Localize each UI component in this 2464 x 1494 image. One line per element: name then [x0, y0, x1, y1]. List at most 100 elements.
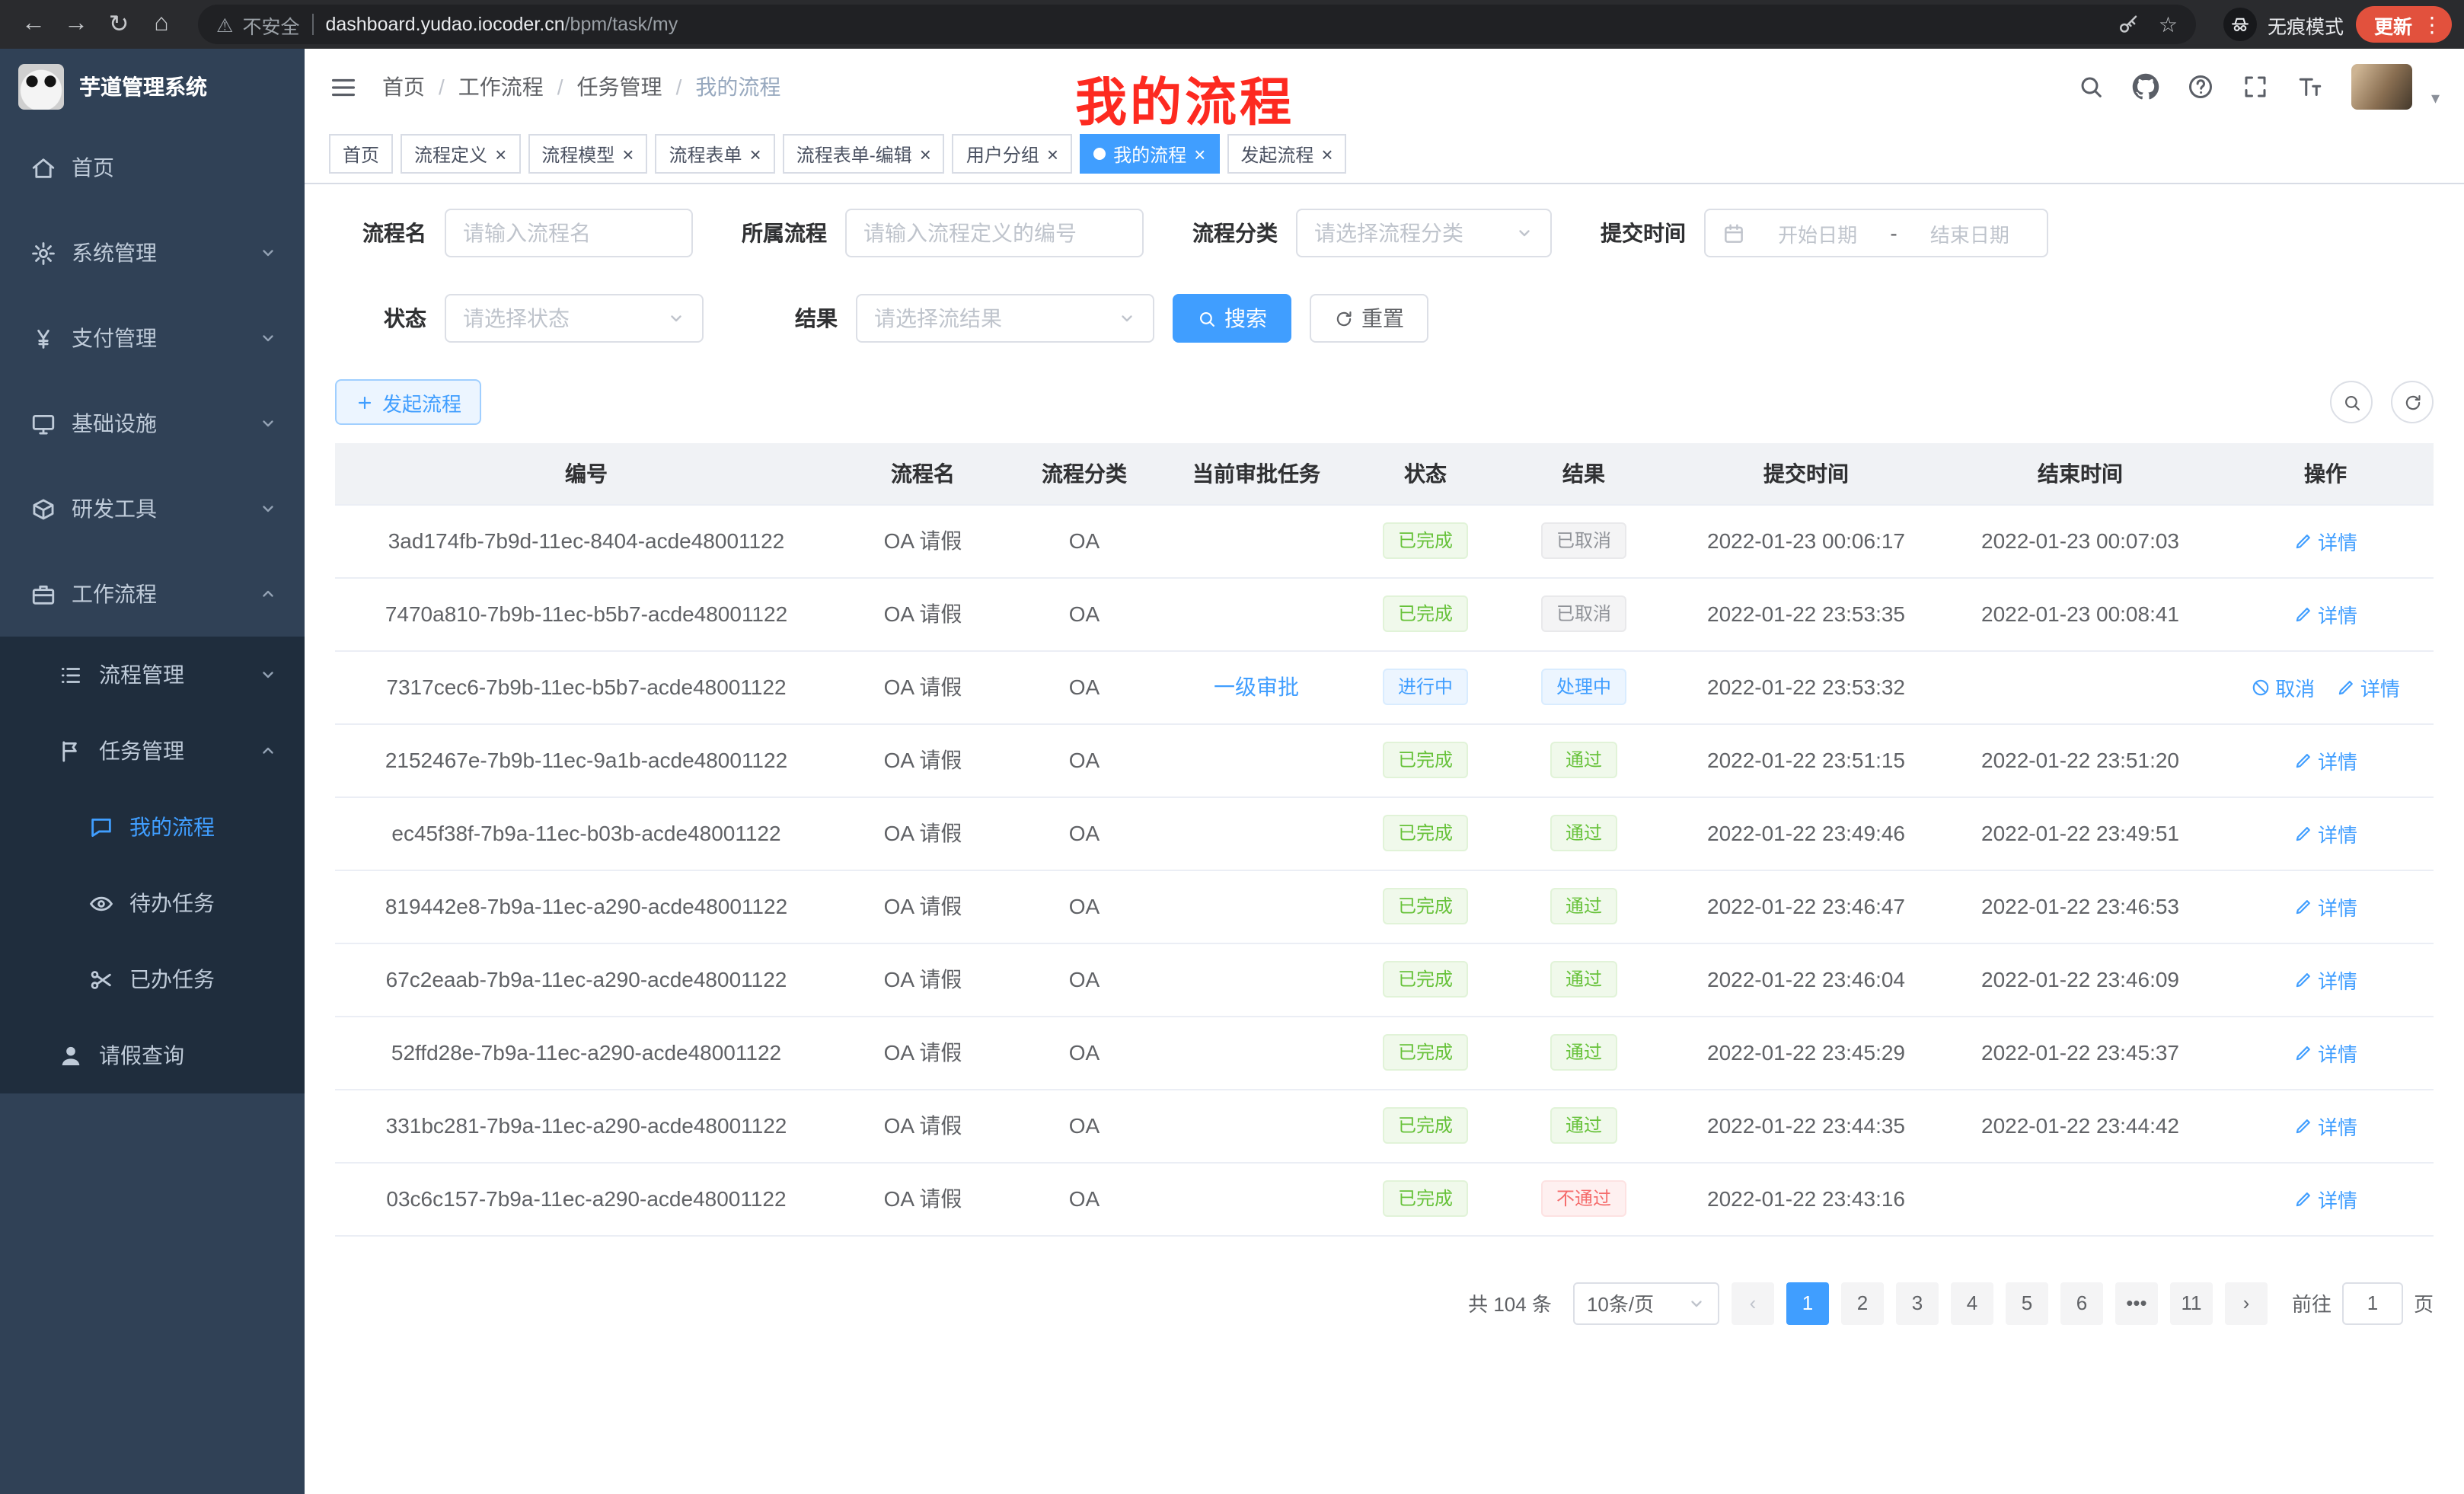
- toggle-search-button[interactable]: [2330, 381, 2373, 423]
- site-security-chip[interactable]: ⚠ 不安全: [216, 10, 299, 39]
- list-icon: [58, 662, 84, 688]
- breadcrumb-item[interactable]: 任务管理: [577, 72, 662, 102]
- close-icon[interactable]: ×: [750, 144, 761, 164]
- page-button[interactable]: 3: [1896, 1282, 1939, 1324]
- detail-link[interactable]: 详情: [2293, 1184, 2357, 1213]
- sidebar-toggle-icon[interactable]: [329, 72, 358, 101]
- reset-button[interactable]: 重置: [1310, 294, 1428, 343]
- tab[interactable]: 我的流程 ×: [1080, 134, 1219, 174]
- page-button[interactable]: 5: [2006, 1282, 2048, 1324]
- tab[interactable]: 流程表单-编辑 ×: [783, 134, 945, 174]
- breadcrumb-item[interactable]: 首页: [382, 72, 425, 102]
- detail-link[interactable]: 详情: [2293, 965, 2357, 994]
- table-header-row: 编号流程名流程分类当前审批任务状态结果提交时间结束时间操作: [335, 443, 2434, 504]
- close-icon[interactable]: ×: [495, 144, 506, 164]
- detail-link[interactable]: 详情: [2293, 819, 2357, 848]
- tab[interactable]: 流程表单 ×: [655, 134, 774, 174]
- column-header: 结束时间: [1943, 443, 2217, 504]
- bookmark-star-icon[interactable]: ☆: [2159, 11, 2178, 37]
- breadcrumb-item[interactable]: 工作流程: [458, 72, 544, 102]
- sidebar-item-process-management[interactable]: 流程管理: [0, 637, 305, 713]
- user-avatar[interactable]: [2352, 64, 2413, 110]
- sidebar-item-leave-query[interactable]: 请假查询: [0, 1017, 305, 1093]
- sidebar-item-my-process[interactable]: 我的流程: [0, 789, 305, 865]
- result-select[interactable]: 请选择流结果: [856, 294, 1154, 343]
- sidebar-item-home[interactable]: 首页: [0, 125, 305, 210]
- prev-page-button[interactable]: ‹: [1732, 1282, 1774, 1324]
- submit-time-range-picker[interactable]: 开始日期 - 结束日期: [1704, 209, 2048, 257]
- update-button[interactable]: 更新 ⋮: [2356, 6, 2452, 43]
- edit-icon: [2293, 1189, 2313, 1208]
- page-button[interactable]: 1: [1786, 1282, 1829, 1324]
- start-process-button[interactable]: 发起流程: [335, 379, 481, 425]
- close-icon[interactable]: ×: [1194, 144, 1205, 164]
- owner-process-input[interactable]: [863, 221, 1125, 245]
- detail-link[interactable]: 详情: [2336, 672, 2400, 701]
- category-select[interactable]: 请选择流程分类: [1296, 209, 1552, 257]
- help-icon[interactable]: [2188, 73, 2215, 101]
- close-icon[interactable]: ×: [1321, 144, 1333, 164]
- close-icon[interactable]: ×: [1047, 144, 1058, 164]
- tab[interactable]: 首页: [329, 134, 393, 174]
- end-time: 2022-01-22 23:51:20: [1981, 748, 2179, 772]
- fullscreen-icon[interactable]: [2242, 73, 2270, 101]
- page-button[interactable]: 4: [1951, 1282, 1993, 1324]
- sidebar-item-payment-management[interactable]: 支付管理: [0, 295, 305, 381]
- process-category: OA: [1069, 748, 1100, 772]
- tab[interactable]: 流程模型 ×: [528, 134, 647, 174]
- page-size-select[interactable]: 10条/页: [1573, 1282, 1719, 1324]
- back-button[interactable]: ←: [12, 3, 55, 46]
- status-select[interactable]: 请选择状态: [445, 294, 704, 343]
- reload-button[interactable]: ↻: [97, 3, 140, 46]
- detail-link[interactable]: 详情: [2293, 526, 2357, 555]
- page-button[interactable]: 6: [2060, 1282, 2103, 1324]
- page-button[interactable]: •••: [2115, 1282, 2158, 1324]
- close-icon[interactable]: ×: [622, 144, 634, 164]
- refresh-table-button[interactable]: [2391, 381, 2434, 423]
- sidebar-item-workflow[interactable]: 工作流程: [0, 551, 305, 637]
- forward-button[interactable]: →: [55, 3, 97, 46]
- breadcrumb-item[interactable]: 我的流程: [695, 72, 780, 102]
- page-button[interactable]: 2: [1841, 1282, 1884, 1324]
- search-button[interactable]: 搜索: [1173, 294, 1291, 343]
- home-button[interactable]: ⌂: [140, 3, 183, 46]
- app-logo[interactable]: 芋道管理系统: [0, 49, 305, 125]
- goto-page-input[interactable]: [2342, 1282, 2403, 1324]
- status-label: 状态: [335, 303, 426, 334]
- caret-down-icon[interactable]: ▾: [2431, 88, 2440, 107]
- current-task-link[interactable]: 一级审批: [1214, 672, 1299, 702]
- result-badge: 通过: [1550, 742, 1617, 778]
- font-size-icon[interactable]: [2297, 73, 2325, 101]
- next-page-button[interactable]: ›: [2225, 1282, 2268, 1324]
- sidebar-item-task-management[interactable]: 任务管理: [0, 713, 305, 789]
- detail-link[interactable]: 详情: [2293, 599, 2357, 628]
- page-list: 123456 ••• 11: [1786, 1282, 2213, 1324]
- process-name: OA 请假: [884, 821, 962, 845]
- password-key-icon[interactable]: [2118, 13, 2140, 36]
- table-row: 331bc281-7b9a-11ec-a290-acde48001122 OA …: [335, 1089, 2434, 1162]
- result-badge: 通过: [1550, 888, 1617, 924]
- detail-link[interactable]: 详情: [2293, 1111, 2357, 1140]
- browser-menu-icon[interactable]: ⋮: [2421, 11, 2443, 37]
- page-button[interactable]: 11: [2170, 1282, 2213, 1324]
- sidebar-item-system-management[interactable]: 系统管理: [0, 210, 305, 295]
- sidebar-item-todo-tasks[interactable]: 待办任务: [0, 865, 305, 941]
- tab[interactable]: 流程定义 ×: [401, 134, 520, 174]
- tab[interactable]: 用户分组 ×: [953, 134, 1072, 174]
- sidebar-item-dev-tools[interactable]: 研发工具: [0, 466, 305, 551]
- github-icon[interactable]: [2133, 73, 2160, 101]
- close-icon[interactable]: ×: [920, 144, 931, 164]
- address-bar[interactable]: ⚠ 不安全 dashboard.yudao.iocoder.cn/bpm/tas…: [198, 5, 2196, 44]
- tab[interactable]: 发起流程 ×: [1227, 134, 1346, 174]
- cancel-link[interactable]: 取消: [2251, 672, 2315, 701]
- sidebar-item-done-tasks[interactable]: 已办任务: [0, 941, 305, 1017]
- submit-time: 2022-01-22 23:53:35: [1707, 602, 1905, 626]
- search-icon[interactable]: [2078, 73, 2105, 101]
- detail-link[interactable]: 详情: [2293, 745, 2357, 774]
- submit-time: 2022-01-22 23:53:32: [1707, 675, 1905, 699]
- detail-link[interactable]: 详情: [2293, 892, 2357, 921]
- incognito-indicator: 无痕模式: [2223, 8, 2344, 41]
- detail-link[interactable]: 详情: [2293, 1038, 2357, 1067]
- sidebar-item-infrastructure[interactable]: 基础设施: [0, 381, 305, 466]
- process-name-input[interactable]: [463, 221, 675, 245]
